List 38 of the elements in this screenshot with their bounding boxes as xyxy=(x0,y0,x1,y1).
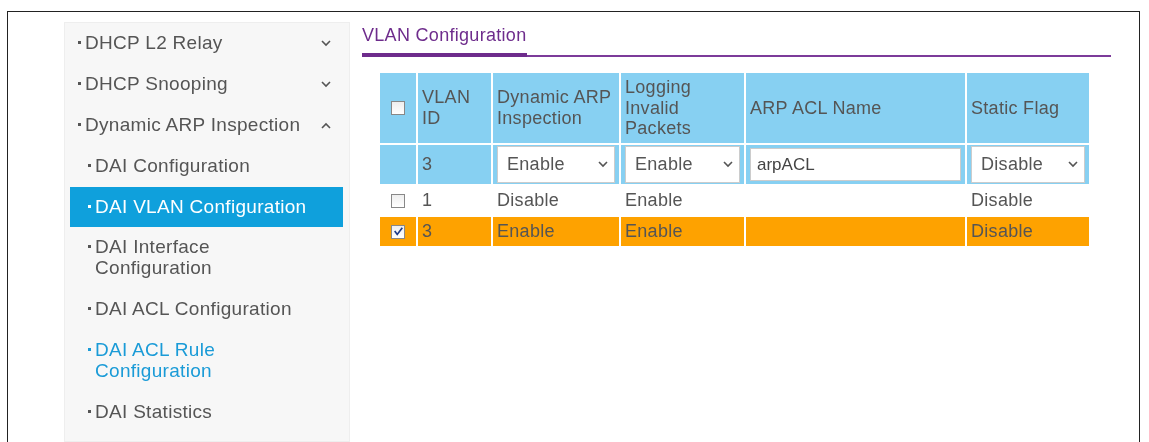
select-field[interactable]: Disable xyxy=(971,146,1085,184)
table-cell: Disable xyxy=(967,217,1089,247)
caret-icon xyxy=(598,161,608,169)
menu-label: DHCP Snooping xyxy=(85,73,228,95)
menu-label: Dynamic ARP Inspection xyxy=(85,114,301,136)
checkbox[interactable] xyxy=(391,101,405,116)
caret-icon xyxy=(723,161,733,169)
table-cell-text: 1 xyxy=(421,189,434,213)
sidebar-group[interactable]: Dynamic ARP Inspection xyxy=(70,104,343,146)
select-field[interactable]: Enable xyxy=(497,146,615,184)
sidebar-item[interactable]: DAI ACL Configuration xyxy=(70,289,343,331)
sidebar-group[interactable]: DHCP L2 Relay xyxy=(70,23,343,64)
expand-icon xyxy=(321,39,331,47)
sidebar-item[interactable]: DAI Interface Configuration xyxy=(70,227,343,290)
menu-label: DHCP L2 Relay xyxy=(85,33,223,54)
sidebar-item[interactable]: DAI Configuration xyxy=(70,145,343,187)
table-cell: Enable xyxy=(621,217,744,247)
checkbox[interactable] xyxy=(391,224,405,239)
column-header: Dynamic ARP Inspection xyxy=(493,73,619,144)
table-cell: Enable xyxy=(493,217,619,247)
column-header: ARP ACL Name xyxy=(746,73,965,144)
column-header: Static Flag xyxy=(967,73,1089,144)
select-field[interactable]: Enable xyxy=(625,146,740,184)
sidebar-item[interactable]: DAI Statistics xyxy=(70,391,343,433)
table-cell-text: Enable xyxy=(624,189,684,213)
expand-icon xyxy=(321,80,331,88)
table-cell-text: Disable xyxy=(970,189,1035,213)
caret-icon xyxy=(1068,161,1078,169)
checkbox[interactable] xyxy=(391,193,405,208)
column-header: VLAN ID xyxy=(418,73,491,144)
table-cell: 3 xyxy=(418,145,491,185)
collapse-icon xyxy=(321,121,331,129)
table-cell-text: Disable xyxy=(496,189,561,213)
section-tab[interactable]: VLAN Configuration xyxy=(362,22,527,57)
column-header: Logging Invalid Packets xyxy=(621,73,744,144)
table-cell: 3 xyxy=(418,217,491,247)
sidebar-group[interactable]: DHCP Snooping xyxy=(70,63,343,105)
text-field[interactable]: arpACL xyxy=(750,147,961,182)
